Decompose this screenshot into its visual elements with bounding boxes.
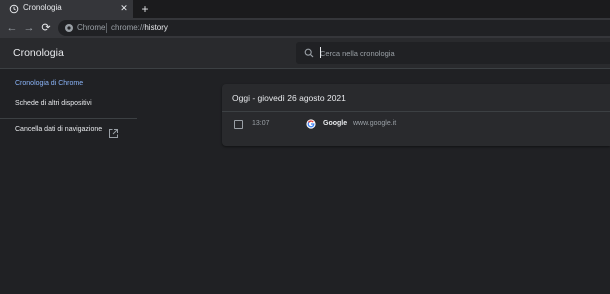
entry-title-link[interactable]: Google — [323, 120, 347, 127]
tab-title: Cronologia — [23, 3, 62, 12]
page-title: Cronologia — [13, 47, 64, 59]
google-icon — [306, 119, 316, 129]
chip-divider — [106, 23, 107, 33]
entry-time: 13:07 — [252, 120, 270, 127]
address-bar[interactable]: Chrome chrome://history — [58, 20, 610, 36]
site-chip: Chrome — [77, 23, 106, 32]
text-caret — [320, 47, 321, 58]
search-input[interactable] — [320, 46, 600, 60]
search-field[interactable] — [296, 42, 610, 64]
sidebar-item-chrome-history[interactable]: Cronologia di Chrome — [15, 80, 83, 87]
sidebar-item-other-devices[interactable]: Schede di altri dispositivi — [15, 100, 92, 107]
url-text: chrome://history — [111, 23, 168, 32]
entry-domain: www.google.it — [353, 120, 397, 127]
url-scheme: chrome:// — [111, 23, 145, 32]
day-heading: Oggi - giovedì 26 agosto 2021 — [232, 93, 346, 103]
tab-strip: Cronologia ✕ + — [0, 0, 610, 18]
sidebar: Cronologia di Chrome Schede di altri dis… — [0, 70, 140, 294]
close-icon[interactable]: ✕ — [119, 3, 129, 13]
forward-icon[interactable]: → — [22, 21, 36, 35]
new-tab-button[interactable]: + — [138, 2, 152, 16]
external-link-icon[interactable] — [108, 128, 119, 139]
reload-icon[interactable]: ⟳ — [39, 21, 53, 35]
toolbar: ← → ⟳ Chrome chrome://history — [0, 18, 610, 38]
tab-history[interactable]: Cronologia ✕ — [0, 0, 133, 18]
url-path: history — [144, 23, 168, 32]
day-header: Oggi - giovedì 26 agosto 2021 — [222, 84, 610, 112]
page-header: Cronologia — [0, 38, 610, 69]
history-icon — [9, 4, 19, 14]
history-entry[interactable]: 13:07 Google www.google.it — [222, 116, 610, 136]
entry-checkbox[interactable] — [234, 120, 243, 129]
sidebar-divider — [0, 118, 137, 119]
clear-browsing-data-link[interactable]: Cancella dati di navigazione — [15, 124, 105, 135]
history-card: Oggi - giovedì 26 agosto 2021 13:07 Goog… — [222, 84, 610, 146]
back-icon[interactable]: ← — [5, 21, 19, 35]
chrome-icon — [65, 24, 73, 32]
search-icon — [304, 48, 314, 58]
